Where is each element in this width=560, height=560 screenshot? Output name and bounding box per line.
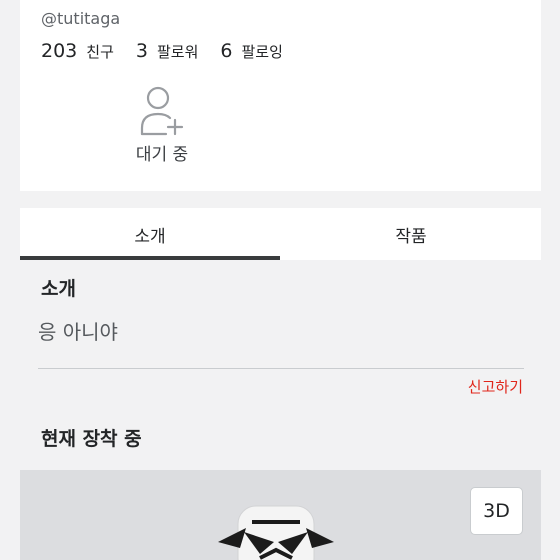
avatar-image [218, 505, 334, 560]
report-abuse-link[interactable]: 신고하기 [468, 376, 523, 397]
currently-wearing-title: 현재 장착 중 [41, 428, 142, 450]
stat-friends-label: 친구 [86, 43, 114, 61]
divider [38, 368, 524, 369]
stat-following[interactable]: 6 팔로잉 [220, 40, 283, 62]
add-friend-icon [140, 86, 184, 136]
stat-followers[interactable]: 3 팔로워 [136, 40, 199, 62]
pending-friend-button[interactable]: 대기 중 [125, 84, 199, 165]
profile-header-card: @tutitaga 203 친구 3 팔로워 6 팔로잉 대기 중 [20, 0, 541, 191]
view-3d-button[interactable]: 3D [470, 487, 523, 535]
username: @tutitaga [41, 9, 121, 28]
about-section-title: 소개 [41, 278, 76, 300]
stat-followers-label: 팔로워 [156, 43, 199, 61]
stat-following-label: 팔로잉 [241, 43, 283, 61]
pending-label: 대기 중 [135, 145, 189, 165]
profile-tabs: 소개 작품 [20, 208, 541, 260]
about-text: 응 아니야 [38, 320, 118, 344]
stat-followers-count: 3 [135, 40, 148, 62]
profile-stats: 203 친구 3 팔로워 6 팔로잉 [41, 40, 305, 62]
stat-following-count: 6 [220, 40, 233, 62]
stat-friends-count: 203 [41, 40, 78, 62]
tab-about[interactable]: 소개 [20, 208, 280, 260]
avatar-viewer[interactable]: 3D [20, 470, 541, 560]
tab-creations[interactable]: 작품 [281, 208, 541, 260]
stat-friends[interactable]: 203 친구 [41, 40, 114, 62]
